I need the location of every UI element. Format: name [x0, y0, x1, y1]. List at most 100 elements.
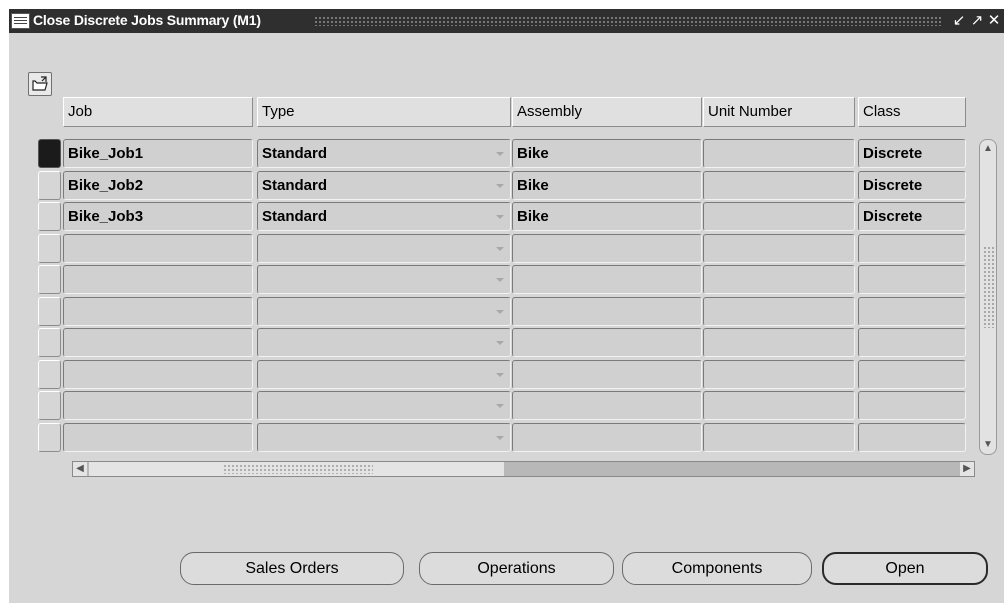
folder-open-button[interactable] — [28, 72, 52, 96]
dropdown-arrow-icon[interactable] — [496, 278, 504, 282]
job-cell[interactable] — [63, 265, 253, 294]
minimize-icon[interactable]: ↙ — [950, 11, 968, 31]
assembly-cell-text: Bike — [517, 176, 549, 194]
class-cell[interactable] — [858, 391, 966, 420]
row-selector[interactable] — [38, 296, 61, 326]
class-cell[interactable] — [858, 296, 966, 326]
assembly-cell[interactable]: Bike — [512, 139, 702, 168]
row-selector[interactable] — [38, 139, 61, 168]
column-header-type: Type — [257, 97, 511, 127]
type-cell[interactable]: Standard — [257, 202, 511, 231]
unit-number-cell[interactable] — [703, 170, 855, 200]
assembly-cell[interactable] — [512, 391, 702, 420]
operations-button[interactable]: Operations — [419, 552, 614, 585]
unit-number-cell[interactable] — [703, 422, 855, 452]
horizontal-scrollbar[interactable]: ◀ ▶ — [72, 461, 975, 477]
assembly-cell[interactable] — [512, 422, 702, 452]
job-cell[interactable]: Bike_Job3 — [63, 202, 253, 231]
class-cell[interactable]: Discrete — [858, 202, 966, 231]
class-cell[interactable] — [858, 359, 966, 389]
row-selector[interactable] — [38, 202, 61, 231]
row-selector[interactable] — [38, 391, 61, 420]
assembly-cell[interactable]: Bike — [512, 170, 702, 200]
type-cell[interactable] — [257, 265, 511, 294]
assembly-cell[interactable] — [512, 296, 702, 326]
row-selector[interactable] — [38, 359, 61, 389]
type-cell-text: Standard — [262, 145, 328, 162]
class-cell[interactable] — [858, 422, 966, 452]
assembly-cell[interactable] — [512, 328, 702, 357]
type-cell[interactable]: Standard — [257, 170, 511, 200]
folder-open-icon — [32, 76, 48, 91]
dropdown-arrow-icon[interactable] — [496, 341, 504, 345]
dropdown-arrow-icon[interactable] — [496, 404, 504, 408]
scroll-up-icon[interactable]: ▲ — [981, 142, 995, 156]
dropdown-arrow-icon[interactable] — [496, 309, 504, 314]
type-cell[interactable] — [257, 328, 511, 357]
class-cell-text: Discrete — [863, 145, 923, 162]
class-cell[interactable]: Discrete — [858, 170, 966, 200]
dropdown-arrow-icon[interactable] — [496, 372, 504, 377]
dropdown-arrow-icon[interactable] — [496, 152, 504, 156]
column-header-unit-number: Unit Number — [703, 97, 855, 127]
unit-number-cell[interactable] — [703, 233, 855, 263]
scroll-down-icon[interactable]: ▼ — [981, 438, 995, 452]
close-icon[interactable]: ✕ — [985, 11, 1003, 31]
assembly-cell[interactable] — [512, 265, 702, 294]
maximize-icon[interactable]: ↗ — [968, 11, 986, 31]
unit-number-cell[interactable] — [703, 139, 855, 168]
class-cell-text: Discrete — [863, 208, 923, 225]
open-button[interactable]: Open — [822, 552, 988, 585]
assembly-cell-text: Bike — [517, 145, 549, 162]
unit-number-cell[interactable] — [703, 328, 855, 357]
type-cell[interactable] — [257, 359, 511, 389]
unit-number-cell[interactable] — [703, 391, 855, 420]
class-cell[interactable] — [858, 328, 966, 357]
job-cell[interactable] — [63, 328, 253, 357]
job-cell[interactable]: Bike_Job1 — [63, 139, 253, 168]
scroll-thumb-grip — [983, 246, 995, 328]
unit-number-cell[interactable] — [703, 202, 855, 231]
row-selector[interactable] — [38, 233, 61, 263]
class-cell-text: Discrete — [863, 176, 923, 194]
type-cell[interactable] — [257, 391, 511, 420]
job-cell[interactable] — [63, 359, 253, 389]
scroll-right-icon[interactable]: ▶ — [960, 462, 974, 476]
type-cell[interactable] — [257, 422, 511, 452]
row-selector[interactable] — [38, 328, 61, 357]
assembly-cell[interactable]: Bike — [512, 202, 702, 231]
close-discrete-jobs-window: Close Discrete Jobs Summary (M1) ↙ ↗ ✕ J… — [9, 9, 1004, 603]
job-cell[interactable] — [63, 233, 253, 263]
dropdown-arrow-icon[interactable] — [496, 183, 504, 188]
dropdown-arrow-icon[interactable] — [496, 435, 504, 440]
row-selector[interactable] — [38, 265, 61, 294]
row-selector[interactable] — [38, 170, 61, 200]
row-selector[interactable] — [38, 422, 61, 452]
unit-number-cell[interactable] — [703, 296, 855, 326]
type-cell-text: Standard — [262, 208, 328, 225]
job-cell[interactable]: Bike_Job2 — [63, 170, 253, 200]
job-cell[interactable] — [63, 296, 253, 326]
type-cell[interactable] — [257, 296, 511, 326]
type-cell[interactable]: Standard — [257, 139, 511, 168]
unit-number-cell[interactable] — [703, 265, 855, 294]
dropdown-arrow-icon[interactable] — [496, 246, 504, 251]
column-header-assembly: Assembly — [512, 97, 702, 127]
type-cell[interactable] — [257, 233, 511, 263]
class-cell[interactable] — [858, 265, 966, 294]
horizontal-scroll-grip — [223, 464, 373, 474]
assembly-cell[interactable] — [512, 359, 702, 389]
window-title: Close Discrete Jobs Summary (M1) — [33, 12, 261, 28]
class-cell[interactable] — [858, 233, 966, 263]
dropdown-arrow-icon[interactable] — [496, 215, 504, 219]
unit-number-cell[interactable] — [703, 359, 855, 389]
components-button[interactable]: Components — [622, 552, 812, 585]
sales-orders-button[interactable]: Sales Orders — [180, 552, 404, 585]
class-cell[interactable]: Discrete — [858, 139, 966, 168]
job-cell[interactable] — [63, 391, 253, 420]
type-cell-text: Standard — [262, 176, 328, 194]
assembly-cell[interactable] — [512, 233, 702, 263]
job-cell[interactable] — [63, 422, 253, 452]
scroll-left-icon[interactable]: ◀ — [73, 462, 87, 476]
vertical-scrollbar[interactable]: ▲ ▼ — [979, 139, 997, 455]
